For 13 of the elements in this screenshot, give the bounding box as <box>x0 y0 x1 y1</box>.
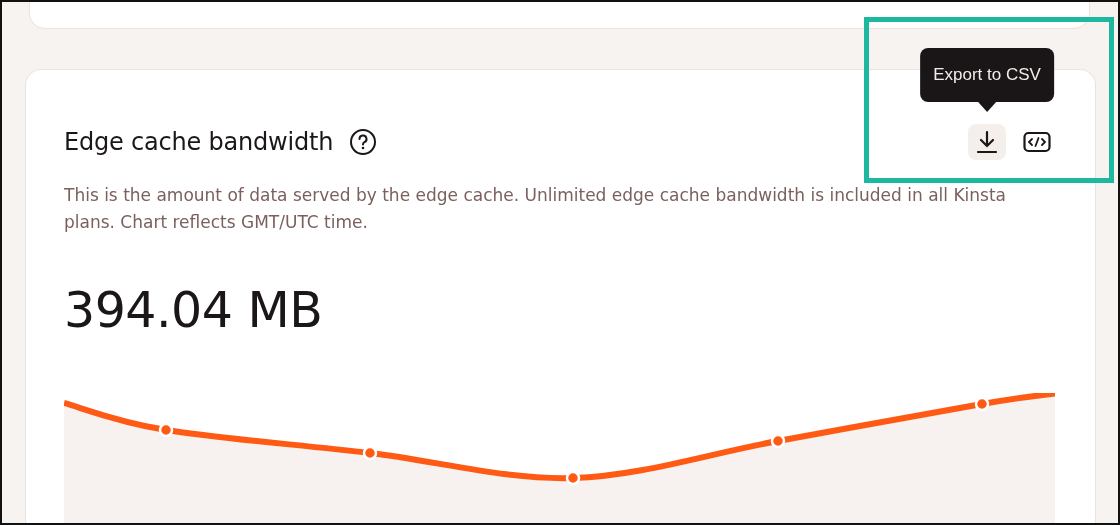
help-icon[interactable] <box>349 128 378 156</box>
card-title: Edge cache bandwidth <box>64 128 334 156</box>
card-description: This is the amount of data served by the edge cache. Unlimited edge cache bandwidth is included in all Kinsta plans. Chart reflects GMT/UTC time. <box>64 184 1008 234</box>
total-bandwidth: 394.04 MB <box>64 282 324 339</box>
data-point[interactable] <box>362 445 378 461</box>
code-icon <box>1023 131 1051 153</box>
download-icon <box>976 130 998 154</box>
tooltip: Export to CSV <box>920 48 1054 102</box>
data-point[interactable] <box>974 396 990 412</box>
tooltip-pointer-icon <box>978 102 996 112</box>
data-point[interactable] <box>158 422 174 438</box>
data-point[interactable] <box>770 433 786 449</box>
data-point[interactable] <box>565 470 581 486</box>
